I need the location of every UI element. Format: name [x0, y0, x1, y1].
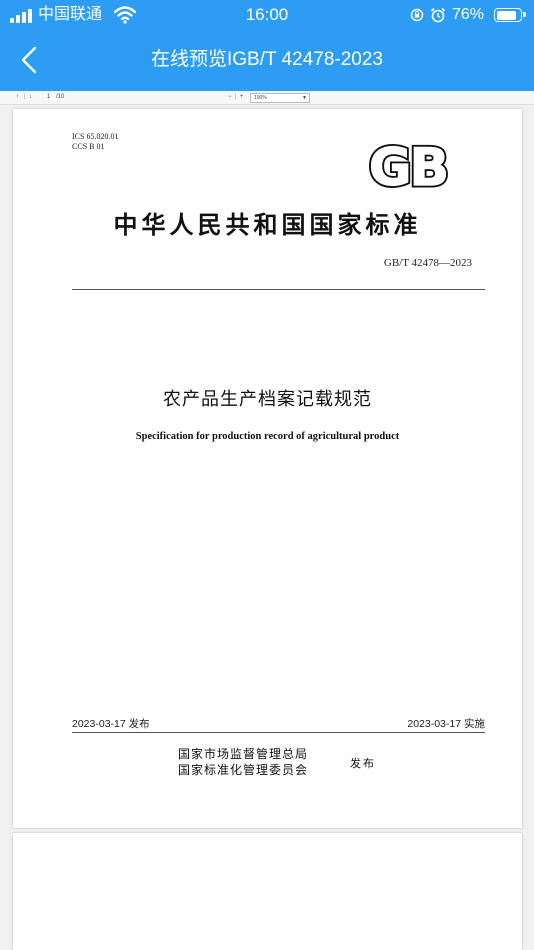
pdf-toolbar: ↑ | ↓ 1 /10 − | + 100% ▼: [0, 91, 534, 105]
classification-codes: ICS 65.020.01 CCS B 01: [72, 132, 118, 152]
battery-percent: 76%: [452, 6, 485, 23]
gb-logo: GB GB: [366, 139, 451, 191]
issue-label: 发布: [350, 757, 376, 770]
nav-bar: 在线预览IGB/T 42478-2023: [0, 30, 534, 91]
document-page: ICS 65.020.01 CCS B 01 GB GB 中华人民共和国国家标准…: [13, 109, 522, 828]
standard-title: 中华人民共和国国家标准: [113, 210, 422, 239]
issuer: 国家标准化管理委员会: [178, 763, 309, 777]
svg-text:GB: GB: [369, 139, 447, 191]
alarm-icon: [430, 7, 446, 23]
ccs-code: CCS B 01: [72, 142, 105, 151]
divider: [72, 732, 485, 733]
app-header: 中国联通 16:00 76% 在线预览IGB/T 42478-2023: [0, 0, 534, 91]
page-title: 在线预览IGB/T 42478-2023: [151, 49, 383, 70]
document-title-chinese: 农产品生产档案记载规范: [163, 389, 372, 410]
page-total: /10: [56, 94, 65, 100]
zoom-out-icon[interactable]: −: [228, 93, 232, 102]
rotation-lock-icon: [410, 8, 424, 22]
divider: [72, 289, 485, 290]
ics-code: ICS 65.020.01: [72, 132, 119, 141]
zoom-select[interactable]: 100% ▼: [250, 93, 310, 103]
status-bar: 中国联通 16:00 76%: [0, 0, 534, 30]
zoom-in-icon[interactable]: +: [240, 93, 244, 102]
battery-icon: [494, 8, 526, 22]
issuing-authorities: 国家市场监督管理总局 国家标准化管理委员会: [178, 746, 308, 778]
page-number-input[interactable]: 1: [47, 93, 50, 102]
issuer: 国家市场监督管理总局: [178, 747, 309, 761]
publish-date: 2023-03-17 发布: [72, 718, 150, 730]
zoom-value: 100%: [254, 95, 267, 101]
document-page: [13, 833, 522, 950]
document-title-english: Specification for production record of a…: [135, 431, 400, 442]
chevron-down-icon: ▼: [302, 95, 307, 101]
standard-code: GB/T 42478—2023: [383, 257, 472, 269]
implementation-date: 2023-03-17 实施: [407, 718, 485, 730]
next-page-icon[interactable]: ↓: [29, 93, 32, 102]
previous-page-icon[interactable]: ↑: [16, 93, 19, 102]
